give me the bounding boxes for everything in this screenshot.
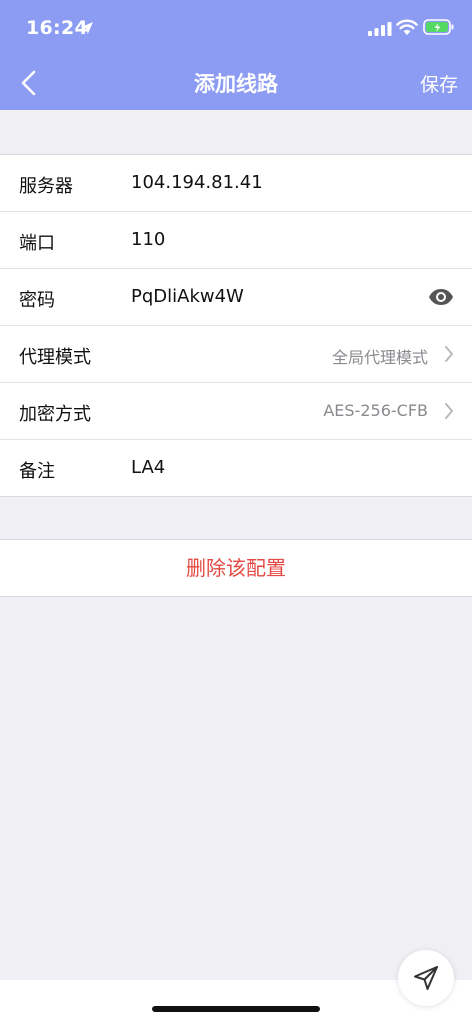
password-label: 密码	[19, 290, 55, 311]
password-row[interactable]: 密码 PqDliAkw4W	[0, 269, 472, 326]
port-input[interactable]: 110	[131, 229, 165, 250]
back-button[interactable]	[14, 66, 44, 100]
port-row[interactable]: 端口 110	[0, 212, 472, 269]
encryption-value: AES-256-CFB	[323, 401, 428, 420]
encryption-label: 加密方式	[19, 404, 91, 425]
server-row[interactable]: 服务器 104.194.81.41	[0, 155, 472, 212]
location-arrow-icon	[81, 22, 93, 34]
eye-icon[interactable]	[428, 288, 454, 306]
encryption-row[interactable]: 加密方式 AES-256-CFB	[0, 383, 472, 440]
wifi-icon	[396, 19, 418, 35]
delete-config-button[interactable]: 删除该配置	[0, 540, 472, 596]
server-config-form: 服务器 104.194.81.41 端口 110 密码 PqDliAkw4W 代…	[0, 154, 472, 497]
signal-icon	[368, 22, 392, 36]
note-input[interactable]: LA4	[131, 457, 165, 478]
proxy-mode-row[interactable]: 代理模式 全局代理模式	[0, 326, 472, 383]
server-label: 服务器	[19, 176, 73, 197]
note-row[interactable]: 备注 LA4	[0, 440, 472, 496]
note-label: 备注	[19, 461, 55, 482]
page-title: 添加线路	[194, 72, 278, 96]
delete-section: 删除该配置	[0, 539, 472, 597]
proxy-mode-label: 代理模式	[19, 347, 91, 368]
chevron-right-icon	[445, 403, 453, 419]
chevron-right-icon	[445, 346, 453, 362]
battery-charging-icon	[423, 19, 454, 35]
proxy-mode-value: 全局代理模式	[331, 348, 428, 367]
send-button[interactable]	[398, 950, 454, 1006]
port-label: 端口	[19, 233, 55, 254]
save-button[interactable]: 保存	[420, 70, 458, 97]
send-icon	[414, 966, 438, 990]
password-input[interactable]: PqDliAkw4W	[131, 286, 244, 307]
status-time: 16:24	[26, 17, 88, 39]
top-bar: 16:24 添加线路 保存	[0, 0, 472, 110]
server-input[interactable]: 104.194.81.41	[131, 172, 263, 193]
home-indicator	[152, 1006, 320, 1012]
